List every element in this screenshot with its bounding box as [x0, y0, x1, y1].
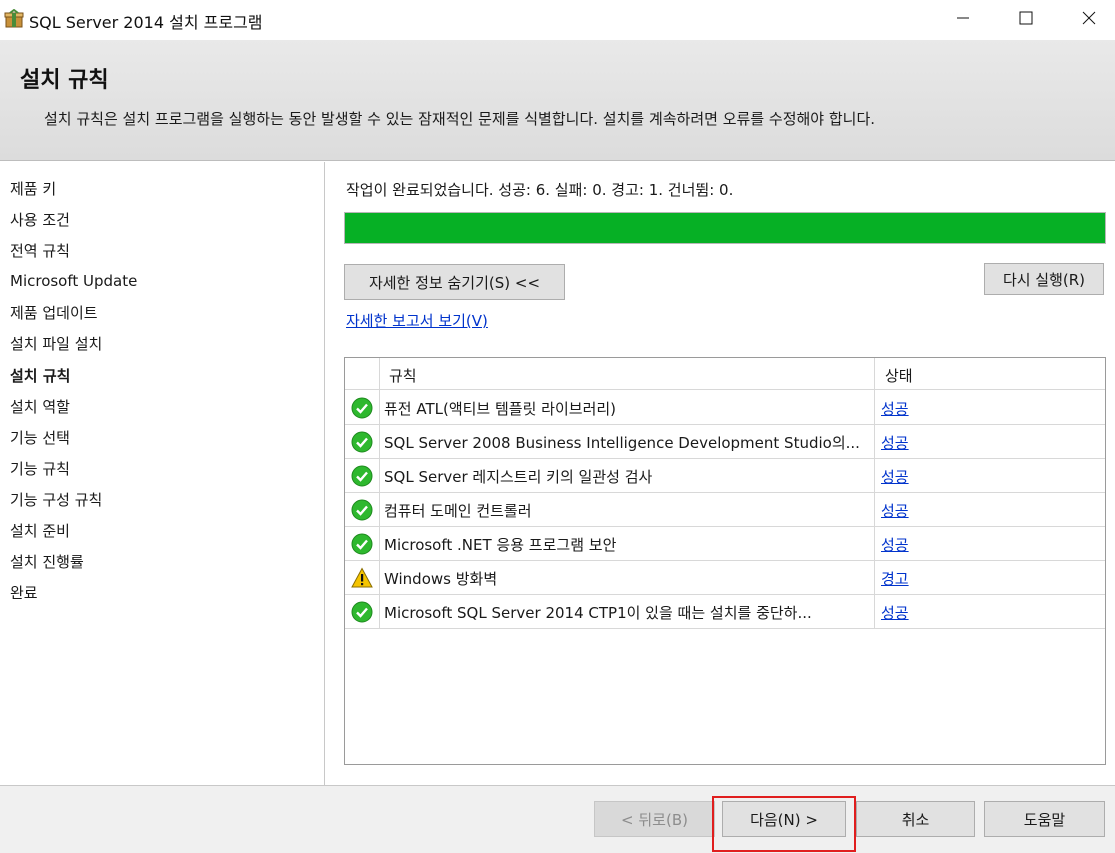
sidebar-item-product-updates[interactable]: 제품 업데이트: [10, 302, 98, 323]
minimize-icon: [956, 11, 970, 29]
sidebar-item-feature-config-rules[interactable]: 기능 구성 규칙: [10, 489, 102, 510]
rule-status-link[interactable]: 성공: [881, 602, 909, 623]
page-title: 설치 규칙: [20, 68, 109, 93]
sidebar-item-product-key[interactable]: 제품 키: [10, 178, 56, 199]
table-row[interactable]: 컴퓨터 도메인 컨트롤러 성공: [345, 493, 1105, 527]
rule-name: Microsoft SQL Server 2014 CTP1이 있을 때는 설치…: [384, 604, 812, 622]
rule-status-link[interactable]: 경고: [881, 568, 909, 589]
rerun-button[interactable]: 다시 실행(R): [984, 263, 1104, 295]
close-icon: [1082, 11, 1096, 29]
progress-bar: [344, 212, 1106, 244]
rule-name: SQL Server 레지스트리 키의 일관성 검사: [384, 468, 653, 486]
rule-name: SQL Server 2008 Business Intelligence De…: [384, 434, 860, 452]
window-title: SQL Server 2014 설치 프로그램: [29, 13, 263, 32]
maximize-icon: [1019, 11, 1033, 29]
sidebar-item-feature-selection[interactable]: 기능 선택: [10, 427, 70, 448]
table-row[interactable]: 퓨전 ATL(액티브 템플릿 라이브러리) 성공: [345, 391, 1105, 425]
success-check-icon: [351, 397, 373, 419]
table-row[interactable]: Windows 방화벽 경고: [345, 561, 1105, 595]
sql-server-setup-icon: [4, 8, 24, 29]
rule-status-link[interactable]: 성공: [881, 466, 909, 487]
view-detailed-report-link[interactable]: 자세한 보고서 보기(V): [346, 310, 488, 331]
back-button[interactable]: < 뒤로(B): [594, 801, 715, 837]
page-description: 설치 규칙은 설치 프로그램을 실행하는 동안 발생할 수 있는 잠재적인 문제…: [44, 110, 876, 128]
next-button-highlight: [712, 796, 856, 852]
column-header-status[interactable]: 상태: [885, 365, 913, 386]
page-header: 설치 규칙 설치 규칙은 설치 프로그램을 실행하는 동안 발생할 수 있는 잠…: [0, 40, 1115, 161]
help-button[interactable]: 도움말: [984, 801, 1105, 837]
close-button[interactable]: [1066, 0, 1112, 40]
maximize-button[interactable]: [1003, 0, 1049, 40]
sidebar-item-ready-to-install[interactable]: 설치 준비: [10, 520, 70, 541]
rule-name: 퓨전 ATL(액티브 템플릿 라이브러리): [384, 400, 617, 418]
sidebar-item-setup-role[interactable]: 설치 역할: [10, 396, 70, 417]
table-row[interactable]: SQL Server 레지스트리 키의 일관성 검사 성공: [345, 459, 1105, 493]
sidebar-item-global-rules[interactable]: 전역 규칙: [10, 240, 70, 261]
cancel-button[interactable]: 취소: [856, 801, 975, 837]
operation-status-text: 작업이 완료되었습니다. 성공: 6. 실패: 0. 경고: 1. 건너뜀: 0…: [346, 181, 734, 199]
rule-name: Microsoft .NET 응용 프로그램 보안: [384, 536, 617, 554]
table-row[interactable]: SQL Server 2008 Business Intelligence De…: [345, 425, 1105, 459]
sidebar-item-install-setup-files[interactable]: 설치 파일 설치: [10, 333, 102, 354]
title-bar: SQL Server 2014 설치 프로그램: [0, 0, 1115, 40]
success-check-icon: [351, 465, 373, 487]
column-header-rule[interactable]: 규칙: [389, 365, 417, 386]
rule-name: Windows 방화벽: [384, 570, 498, 588]
sidebar-item-feature-rules[interactable]: 기능 규칙: [10, 458, 70, 479]
success-check-icon: [351, 533, 373, 555]
rule-status-link[interactable]: 성공: [881, 500, 909, 521]
success-check-icon: [351, 431, 373, 453]
progress-bar-fill: [345, 213, 1105, 243]
sidebar-item-install-progress[interactable]: 설치 진행률: [10, 551, 84, 572]
success-check-icon: [351, 601, 373, 623]
success-check-icon: [351, 499, 373, 521]
sidebar-item-install-rules[interactable]: 설치 규칙: [10, 365, 70, 386]
hide-details-button[interactable]: 자세한 정보 숨기기(S) <<: [344, 264, 565, 300]
rule-status-link[interactable]: 성공: [881, 534, 909, 555]
minimize-button[interactable]: [940, 0, 986, 40]
table-row[interactable]: Microsoft .NET 응용 프로그램 보안 성공: [345, 527, 1105, 561]
rule-name: 컴퓨터 도메인 컨트롤러: [384, 502, 532, 520]
rule-status-link[interactable]: 성공: [881, 398, 909, 419]
step-navigation-sidebar: 제품 키 사용 조건 전역 규칙 Microsoft Update 제품 업데이…: [0, 162, 325, 785]
table-header: 규칙 상태: [345, 358, 1105, 390]
rules-table: 규칙 상태 퓨전 ATL(액티브 템플릿 라이브러리) 성공 SQL Serve…: [344, 357, 1106, 765]
table-row[interactable]: Microsoft SQL Server 2014 CTP1이 있을 때는 설치…: [345, 595, 1105, 629]
sidebar-item-microsoft-update[interactable]: Microsoft Update: [10, 272, 137, 290]
warning-icon: [351, 567, 373, 589]
rule-status-link[interactable]: 성공: [881, 432, 909, 453]
sidebar-item-complete[interactable]: 완료: [10, 582, 38, 603]
sidebar-item-license-terms[interactable]: 사용 조건: [10, 209, 70, 230]
